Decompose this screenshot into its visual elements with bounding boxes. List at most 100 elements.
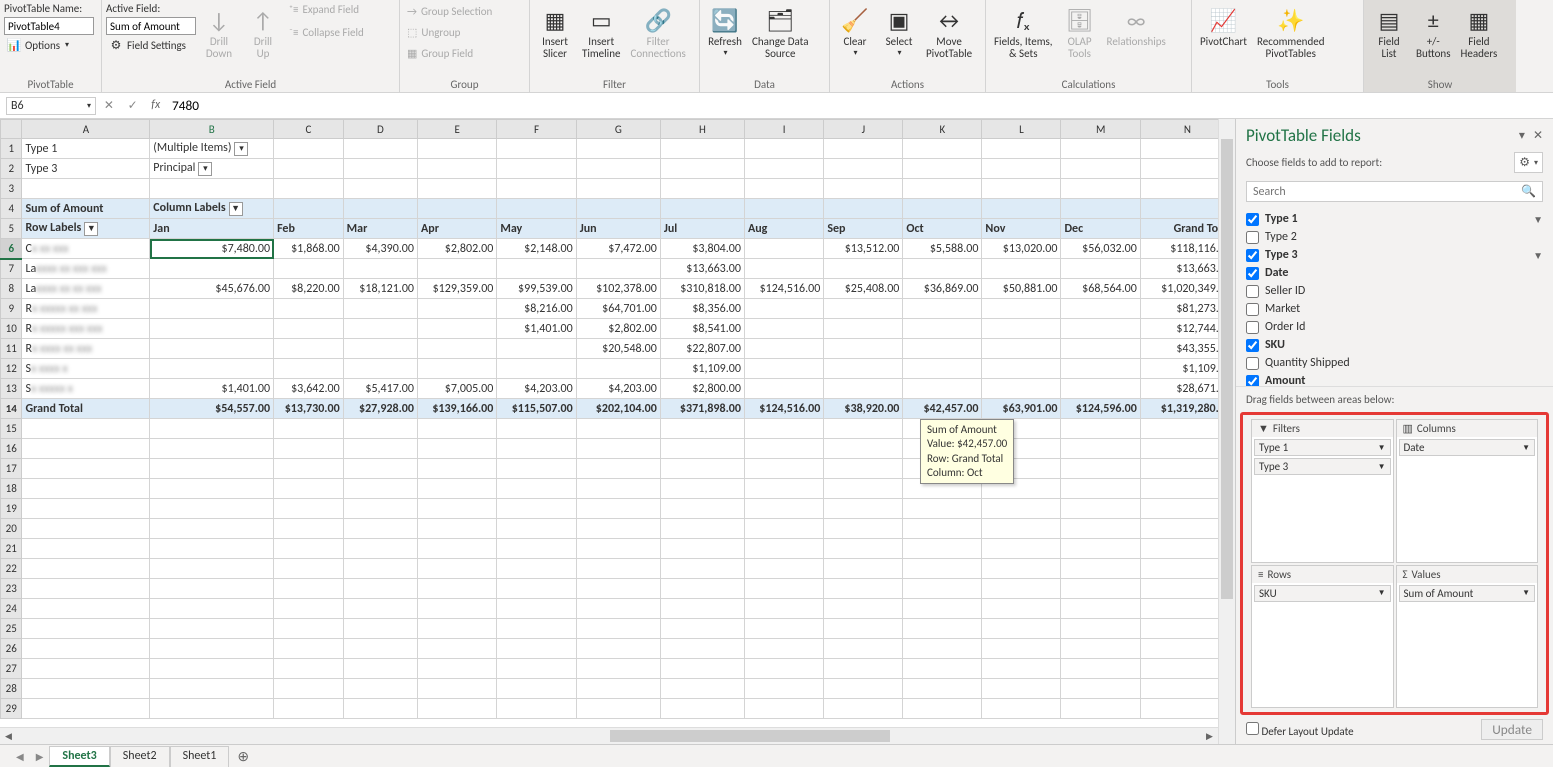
data-cell[interactable]: $8,220.00 (274, 279, 344, 299)
data-cell[interactable] (982, 339, 1061, 359)
select-button[interactable]: ▣Select▾ (878, 2, 920, 60)
total-cell[interactable]: $42,457.00 (903, 399, 982, 419)
data-cell[interactable]: $45,676.00 (150, 279, 274, 299)
data-cell[interactable]: $1,401.00 (150, 379, 274, 399)
data-cell[interactable]: $2,802.00 (576, 319, 660, 339)
col-header-A[interactable]: A (22, 120, 150, 139)
filter-button[interactable]: ▾ (234, 142, 248, 156)
filter-button[interactable]: ▾ (198, 162, 212, 176)
data-cell[interactable] (274, 359, 344, 379)
filter-connections-button[interactable]: 🔗Filter Connections (626, 2, 689, 62)
data-cell[interactable]: $2,800.00 (660, 379, 744, 399)
col-header-M[interactable]: M (1061, 120, 1140, 139)
data-cell[interactable]: $22,807.00 (660, 339, 744, 359)
collapse-field-button[interactable]: ⁻≡ Collapse Field (286, 25, 367, 40)
col-header-E[interactable]: E (417, 120, 496, 139)
change-data-source-button[interactable]: 🗂Change Data Source (748, 2, 813, 62)
row-header-15[interactable]: 15 (1, 419, 22, 439)
total-cell[interactable]: $63,901.00 (982, 399, 1061, 419)
defer-layout-checkbox[interactable]: Defer Layout Update (1246, 722, 1354, 738)
field-checkbox[interactable] (1246, 375, 1259, 387)
data-cell[interactable]: $124,516.00 (744, 279, 823, 299)
data-cell[interactable]: $1,401.00 (497, 319, 576, 339)
data-cell[interactable] (744, 379, 823, 399)
field-item-date[interactable]: Date (1244, 264, 1545, 282)
field-search-input[interactable] (1253, 185, 1521, 199)
horizontal-scrollbar[interactable]: ◀▶ (0, 727, 1218, 744)
field-headers-button[interactable]: ▦Field Headers (1457, 2, 1502, 62)
field-checkbox[interactable] (1246, 231, 1259, 244)
data-cell[interactable]: $8,216.00 (497, 299, 576, 319)
row-label[interactable]: Rx xxxxx xx xxx (22, 299, 150, 319)
col-header-J[interactable]: J (824, 120, 903, 139)
data-cell[interactable]: $3,804.00 (660, 239, 744, 259)
total-cell[interactable]: $115,507.00 (497, 399, 576, 419)
total-cell[interactable]: $124,596.00 (1061, 399, 1140, 419)
data-cell[interactable]: $4,203.00 (576, 379, 660, 399)
zone-chip[interactable]: Sum of Amount▼ (1399, 585, 1536, 602)
rows-zone[interactable]: ≡Rows SKU▼ (1251, 565, 1394, 709)
data-cell[interactable] (824, 359, 903, 379)
row-header-7[interactable]: 7 (1, 259, 22, 279)
data-cell[interactable] (417, 359, 496, 379)
data-cell[interactable] (1061, 359, 1140, 379)
field-item-order-id[interactable]: Order Id (1244, 318, 1545, 336)
confirm-icon[interactable]: ✓ (128, 98, 138, 113)
total-cell[interactable]: $139,166.00 (417, 399, 496, 419)
data-cell[interactable]: $7,480.00 (150, 239, 274, 259)
recommended-pivottables-button[interactable]: ✨Recommended PivotTables (1253, 2, 1328, 62)
col-header-F[interactable]: F (497, 120, 576, 139)
data-cell[interactable] (903, 259, 982, 279)
fx-icon[interactable]: fx (151, 98, 160, 113)
formula-input[interactable] (168, 96, 1547, 115)
data-cell[interactable] (150, 299, 274, 319)
total-cell[interactable]: $13,730.00 (274, 399, 344, 419)
data-cell[interactable] (903, 379, 982, 399)
data-cell[interactable] (1061, 299, 1140, 319)
data-cell[interactable] (417, 259, 496, 279)
fields-items-sets-button[interactable]: 𝑓ₓFields, Items, & Sets (990, 2, 1057, 62)
data-cell[interactable] (982, 299, 1061, 319)
field-pane-menu-icon[interactable]: ▾ (1519, 128, 1525, 143)
data-cell[interactable]: $7,005.00 (417, 379, 496, 399)
data-cell[interactable] (343, 339, 417, 359)
columns-zone[interactable]: ▥Columns Date▼ (1396, 419, 1539, 563)
active-field-input[interactable] (106, 17, 196, 35)
data-cell[interactable]: $2,148.00 (497, 239, 576, 259)
field-checkbox[interactable] (1246, 357, 1259, 370)
data-cell[interactable] (903, 299, 982, 319)
data-cell[interactable] (1061, 319, 1140, 339)
data-cell[interactable] (150, 319, 274, 339)
col-header-K[interactable]: K (903, 120, 982, 139)
data-cell[interactable] (824, 319, 903, 339)
drill-down-button[interactable]: ↓ Drill Down (198, 2, 240, 62)
row-label[interactable]: Sx xxxx x (22, 359, 150, 379)
sheet-tab-sheet1[interactable]: Sheet1 (170, 746, 230, 767)
row-header-21[interactable]: 21 (1, 539, 22, 559)
field-item-type-3[interactable]: Type 3 ▼ (1244, 246, 1545, 264)
cell[interactable]: Principal▾ (150, 159, 274, 179)
data-cell[interactable] (744, 319, 823, 339)
data-cell[interactable] (982, 359, 1061, 379)
total-cell[interactable]: $202,104.00 (576, 399, 660, 419)
update-button[interactable]: Update (1481, 719, 1543, 740)
row-header-5[interactable]: 5 (1, 219, 22, 239)
cell[interactable]: Type 3 (22, 159, 150, 179)
add-sheet-button[interactable]: ⊕ (229, 746, 257, 767)
row-header-14[interactable]: 14 (1, 399, 22, 419)
data-cell[interactable] (824, 259, 903, 279)
field-checkbox[interactable] (1246, 321, 1259, 334)
zone-chip[interactable]: Type 1▼ (1254, 439, 1391, 456)
row-header-29[interactable]: 29 (1, 699, 22, 719)
data-cell[interactable] (982, 379, 1061, 399)
row-header-24[interactable]: 24 (1, 599, 22, 619)
field-checkbox[interactable] (1246, 249, 1259, 262)
col-header-B[interactable]: B (150, 120, 274, 139)
row-header-26[interactable]: 26 (1, 639, 22, 659)
data-cell[interactable]: $8,541.00 (660, 319, 744, 339)
data-cell[interactable] (744, 339, 823, 359)
field-item-quantity-shipped[interactable]: Quantity Shipped (1244, 354, 1545, 372)
data-cell[interactable] (497, 259, 576, 279)
data-cell[interactable]: $64,701.00 (576, 299, 660, 319)
data-cell[interactable]: $36,869.00 (903, 279, 982, 299)
